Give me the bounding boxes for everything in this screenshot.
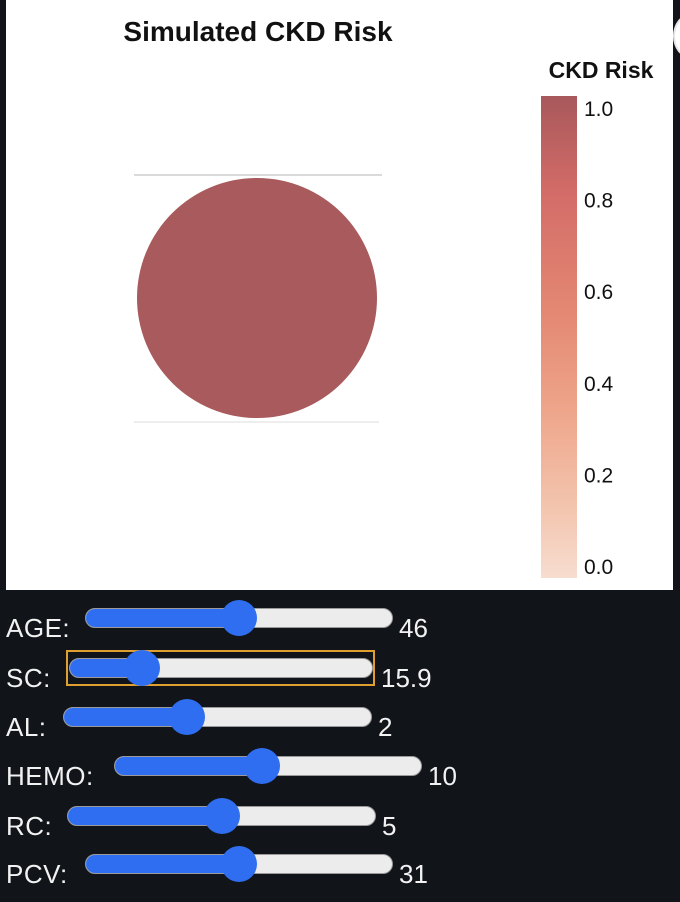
colorbar-tick-label: 0.8 <box>584 190 613 213</box>
chart-svg: Simulated CKD Risk CKD Risk 1.0 0.8 0.6 0.4… <box>123 16 654 579</box>
slider-label-pcv: PCV: <box>6 859 68 889</box>
colorbar <box>541 96 577 578</box>
chart-panel: Simulated CKD Risk CKD Risk 1.0 0.8 0.6 0.4… <box>6 0 673 590</box>
slider-thumb[interactable] <box>221 846 257 882</box>
slider-fill <box>86 609 239 627</box>
slider-age[interactable] <box>85 600 393 636</box>
slider-row-age: AGE: 46 <box>0 590 680 643</box>
slider-value-age: 46 <box>399 613 428 643</box>
slider-value-hemo: 10 <box>428 761 457 791</box>
slider-value-pcv: 31 <box>399 859 428 889</box>
slider-thumb[interactable] <box>203 798 240 834</box>
slider-fill <box>86 855 239 873</box>
slider-thumb[interactable] <box>243 748 280 784</box>
risk-marker[interactable] <box>137 178 377 418</box>
colorbar-ticks: 1.0 0.8 0.6 0.4 0.2 0.0 <box>584 98 614 579</box>
slider-thumb[interactable] <box>168 699 205 735</box>
colorbar-tick-label: 0.0 <box>584 556 613 579</box>
slider-row-sc: SC: 15.9 <box>0 640 680 693</box>
slider-fill <box>115 757 262 775</box>
slider-rc[interactable] <box>67 798 376 834</box>
colorbar-tick-label: 1.0 <box>584 98 613 121</box>
slider-fill <box>68 807 222 825</box>
modebar-icon[interactable] <box>673 14 680 58</box>
slider-sc[interactable] <box>69 650 373 686</box>
slider-panel: AGE: 46 SC: 15.9 AL: 2 HEMO: 10 RC: 5 PC… <box>0 590 680 902</box>
slider-hemo[interactable] <box>114 748 422 784</box>
colorbar-title: CKD Risk <box>549 57 654 83</box>
slider-thumb[interactable] <box>221 600 257 636</box>
slider-pcv[interactable] <box>85 846 393 882</box>
slider-row-hemo: HEMO: 10 <box>0 738 680 791</box>
chart-title: Simulated CKD Risk <box>123 16 393 47</box>
slider-row-rc: RC: 5 <box>0 788 680 841</box>
colorbar-tick-label: 0.4 <box>584 373 614 396</box>
slider-row-pcv: PCV: 31 <box>0 836 680 889</box>
slider-label-hemo: HEMO: <box>6 761 94 791</box>
slider-label-age: AGE: <box>6 613 71 643</box>
colorbar-tick-label: 0.6 <box>584 281 613 304</box>
slider-thumb[interactable] <box>124 650 161 686</box>
colorbar-tick-label: 0.2 <box>584 464 613 487</box>
slider-row-al: AL: 2 <box>0 689 680 742</box>
slider-al[interactable] <box>63 699 372 735</box>
